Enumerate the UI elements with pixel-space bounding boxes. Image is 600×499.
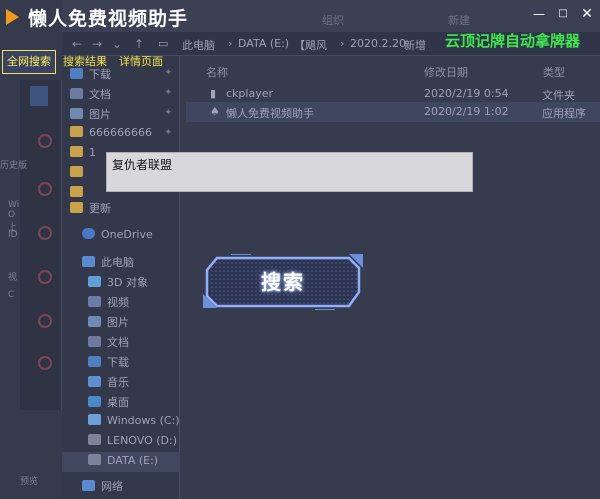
nav-item-videos[interactable]: 视频 [88,294,129,312]
app-title: 懒人免费视频助手 [28,8,189,30]
left-fragment: ID [8,230,18,240]
tab-detail-page[interactable]: 详情页面 [114,50,168,74]
pin-icon: ✦ [164,108,172,118]
app-thumbnail [30,86,48,106]
forward-arrow-icon[interactable]: → [92,37,102,51]
breadcrumb-folder[interactable]: 【飓风 [294,37,327,53]
blocked-icon [38,134,52,148]
up-arrow-icon[interactable]: ↑ [134,37,144,51]
folder-icon [70,166,83,177]
breadcrumb-date[interactable]: 2020.2.20 [350,37,406,50]
blocked-icon [38,226,52,240]
document-icon [70,88,83,99]
nav-item-downloads-pc[interactable]: 下载 [88,354,129,372]
left-fragment: Wi [8,200,20,210]
nav-item-folder-666[interactable]: 666666666 ✦ [70,126,178,144]
drive-icon [88,434,101,445]
left-fragment: 预览 [20,477,39,487]
nav-item-music[interactable]: 音乐 [88,374,129,392]
column-header-name[interactable]: 名称 [206,64,228,80]
file-date: 2020/2/19 0:54 [424,87,509,100]
video-icon [88,296,101,307]
breadcrumb-sep-icon: › [228,37,233,50]
cloud-icon [82,228,95,239]
folder-icon [70,126,83,137]
cube-icon [88,276,101,287]
pin-icon: ✦ [164,128,172,138]
nav-item-update[interactable]: 更新 [70,200,178,218]
tab-search-results[interactable]: 搜索结果 [58,50,112,74]
blocked-icon [38,270,52,284]
blocked-icon [38,356,52,370]
blocked-icon [38,182,52,196]
minimize-icon[interactable]: — [530,6,548,22]
drive-icon [88,454,101,465]
promo-link[interactable]: 云顶记牌自动拿牌器 [445,30,580,51]
maximize-icon[interactable]: □ [554,6,572,22]
file-type: 文件夹 [542,89,575,102]
picture-icon [70,108,83,119]
nav-item-desktop[interactable]: 桌面 [88,394,129,412]
close-icon[interactable]: ✕ [578,6,596,22]
chevron-down-icon[interactable]: ⌄ [112,37,122,51]
nav-item-pictures-pc[interactable]: 图片 [88,314,129,332]
search-input[interactable]: 复仇者联盟 [106,152,473,192]
folder-icon: ▮ [210,87,217,100]
column-header-date[interactable]: 修改日期 [424,64,468,80]
file-row[interactable]: ▮ ckplayer 2020/2/19 0:54 文件夹 [186,84,600,104]
file-type: 应用程序 [542,107,586,120]
file-date: 2020/2/19 1:02 [424,105,509,118]
folder-icon: ▭ [158,37,169,50]
left-fragment: 视 [8,273,18,283]
search-button[interactable]: 搜索 [203,254,363,310]
folder-icon [70,146,83,157]
nav-item-drive-d[interactable]: LENOVO (D:) [88,434,177,452]
nav-item-onedrive[interactable]: OneDrive [82,228,153,246]
drive-icon [88,414,101,425]
back-arrow-icon[interactable]: ← [72,37,82,51]
nav-item-documents-pc[interactable]: 文档 [88,334,129,352]
breadcrumb-new[interactable]: 新增 [404,37,426,53]
tab-global-search[interactable]: 全网搜索 [2,50,56,74]
play-logo-icon [6,9,19,25]
title-bar[interactable]: 懒人免费视频助手 — □ ✕ [0,0,600,34]
nav-item-pictures[interactable]: 图片 ✦ [70,106,178,124]
blocked-icon [38,314,52,328]
file-name: 懒人免费视频助手 [226,107,314,120]
tab-bar: 全网搜索 搜索结果 详情页面 [2,50,170,76]
computer-icon [82,256,95,267]
nav-item-drive-e[interactable]: DATA (E:) [62,452,180,472]
picture-icon [88,316,101,327]
app-icon: ♠ [210,105,220,118]
nav-item-documents[interactable]: 文档 ✦ [70,86,178,104]
network-icon [82,480,95,491]
folder-icon [70,202,83,213]
document-icon [88,336,101,347]
breadcrumb-sep-icon: › [340,37,345,50]
column-header-type[interactable]: 类型 [543,64,565,80]
nav-item-this-pc[interactable]: 此电脑 [82,254,134,272]
pin-icon: ✦ [164,88,172,98]
left-fragment: O [8,210,16,220]
desktop-icon [88,396,101,407]
breadcrumb-this-pc[interactable]: 此电脑 [182,37,215,53]
nav-item-drive-c[interactable]: Windows (C:) [88,414,180,432]
search-button-label: 搜索 [261,270,305,294]
nav-item-3d-objects[interactable]: 3D 对象 [88,274,148,292]
file-row[interactable]: ♠ 懒人免费视频助手 2020/2/19 1:02 应用程序 [186,102,600,122]
left-fragment: 历史版 [0,161,28,171]
music-icon [88,376,101,387]
folder-icon [70,186,83,197]
breadcrumb-drive[interactable]: DATA (E:) [238,37,289,50]
left-fragment: C [8,290,15,300]
download-icon [88,356,101,367]
nav-item-network[interactable]: 网络 [82,478,123,496]
file-name: ckplayer [226,87,273,100]
